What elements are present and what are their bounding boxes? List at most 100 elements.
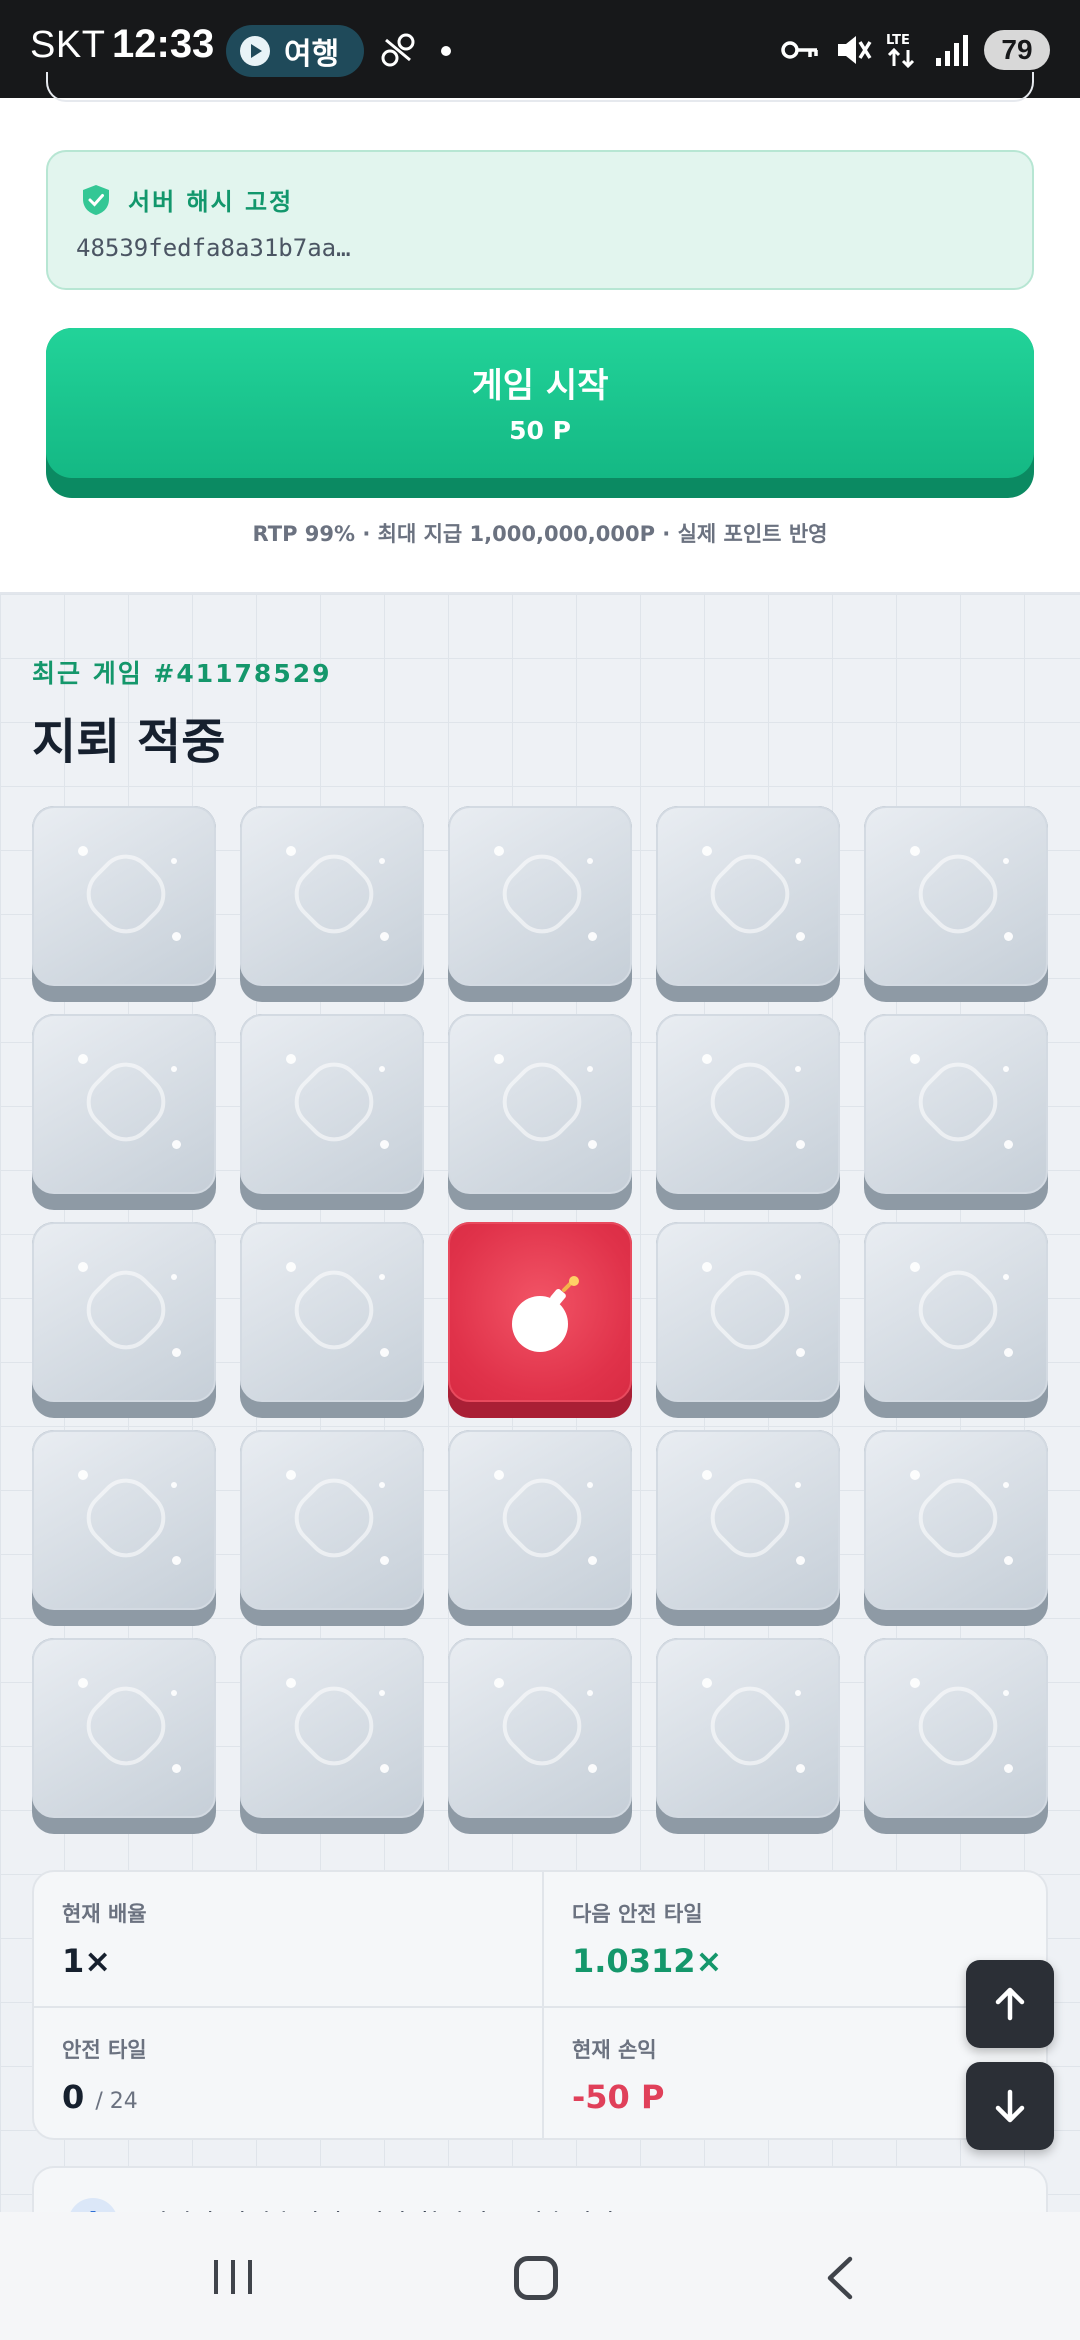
sparkle-icon bbox=[796, 1764, 805, 1773]
sparkle-icon bbox=[171, 858, 177, 864]
sparkle-icon bbox=[494, 846, 504, 856]
gem-outline-icon bbox=[75, 1675, 177, 1777]
gem-outline-icon bbox=[75, 1259, 177, 1361]
sparkle-icon bbox=[588, 1764, 597, 1773]
tile-face[interactable] bbox=[240, 1014, 424, 1194]
mute-icon bbox=[838, 36, 872, 64]
start-game-cost: 50 P bbox=[509, 416, 571, 445]
tile-face[interactable] bbox=[32, 1222, 216, 1402]
gem-outline-icon bbox=[907, 1259, 1009, 1361]
safe-tiles-label: 안전 타일 bbox=[62, 2038, 147, 2062]
home-icon[interactable] bbox=[514, 2256, 558, 2300]
hidden-tile[interactable] bbox=[32, 1014, 216, 1210]
tile-face[interactable] bbox=[32, 1014, 216, 1194]
sparkle-icon bbox=[588, 1556, 597, 1565]
sparkle-icon bbox=[795, 1066, 801, 1072]
tile-face[interactable] bbox=[32, 1430, 216, 1610]
hidden-tile[interactable] bbox=[864, 806, 1048, 1002]
scroll-up-button[interactable] bbox=[966, 1960, 1054, 2048]
tile-face[interactable] bbox=[448, 1638, 632, 1818]
hidden-tile[interactable] bbox=[656, 1014, 840, 1210]
gem-outline-icon bbox=[699, 1259, 801, 1361]
tile-face[interactable] bbox=[448, 806, 632, 986]
hidden-tile[interactable] bbox=[656, 1222, 840, 1418]
tile-face[interactable] bbox=[240, 1222, 424, 1402]
sparkle-icon bbox=[171, 1482, 177, 1488]
sparkle-icon bbox=[795, 1482, 801, 1488]
start-game-button[interactable]: 게임 시작 50 P bbox=[46, 328, 1034, 498]
tile-face[interactable] bbox=[656, 1014, 840, 1194]
tile-face[interactable] bbox=[448, 1014, 632, 1194]
sparkle-icon bbox=[171, 1066, 177, 1072]
server-hash-header: 서버 해시 고정 bbox=[80, 182, 293, 217]
tile-face[interactable] bbox=[240, 1430, 424, 1610]
travel-mode-pill[interactable]: 여행 bbox=[226, 25, 364, 77]
hidden-tile[interactable] bbox=[240, 806, 424, 1002]
current-multiplier-value: 1× bbox=[62, 1942, 112, 1980]
arrow-up-icon bbox=[995, 1987, 1025, 2021]
back-icon[interactable] bbox=[820, 2256, 860, 2300]
hidden-tile[interactable] bbox=[32, 806, 216, 1002]
tile-face[interactable] bbox=[656, 1638, 840, 1818]
hidden-tile[interactable] bbox=[448, 806, 632, 1002]
tile-face[interactable] bbox=[864, 1638, 1048, 1818]
sparkle-icon bbox=[379, 1066, 385, 1072]
tile-face[interactable] bbox=[32, 806, 216, 986]
tile-face[interactable] bbox=[656, 1430, 840, 1610]
tile-face[interactable] bbox=[240, 806, 424, 986]
tile-face[interactable] bbox=[864, 806, 1048, 986]
sparkle-icon bbox=[494, 1054, 504, 1064]
gem-outline-icon bbox=[907, 843, 1009, 945]
hidden-tile[interactable] bbox=[656, 1430, 840, 1626]
safe-tiles-value-row: 0 / 24 bbox=[62, 2078, 542, 2116]
hidden-tile[interactable] bbox=[240, 1222, 424, 1418]
sparkle-icon bbox=[380, 1140, 389, 1149]
gem-outline-icon bbox=[283, 1051, 385, 1153]
sparkle-icon bbox=[379, 858, 385, 864]
sparkle-icon bbox=[795, 858, 801, 864]
hidden-tile[interactable] bbox=[864, 1014, 1048, 1210]
sparkle-icon bbox=[380, 1556, 389, 1565]
hidden-tile[interactable] bbox=[32, 1638, 216, 1834]
game-result-title: 지뢰 적중 bbox=[32, 714, 226, 770]
hidden-tile[interactable] bbox=[448, 1638, 632, 1834]
safe-tiles-cell: 안전 타일 0 / 24 bbox=[34, 2006, 542, 2138]
hidden-tile[interactable] bbox=[656, 1638, 840, 1834]
gem-outline-icon bbox=[491, 843, 593, 945]
hidden-tile[interactable] bbox=[864, 1222, 1048, 1418]
scroll-down-button[interactable] bbox=[966, 2062, 1054, 2150]
recent-apps-icon[interactable] bbox=[212, 2258, 254, 2296]
hidden-tile[interactable] bbox=[656, 806, 840, 1002]
tile-face[interactable] bbox=[864, 1014, 1048, 1194]
sparkle-icon bbox=[702, 1054, 712, 1064]
sparkle-icon bbox=[78, 1262, 88, 1272]
tile-face[interactable] bbox=[32, 1638, 216, 1818]
hidden-tile[interactable] bbox=[448, 1430, 632, 1626]
tile-face[interactable] bbox=[240, 1638, 424, 1818]
hidden-tile[interactable] bbox=[448, 1014, 632, 1210]
gem-outline-icon bbox=[75, 1467, 177, 1569]
sparkle-icon bbox=[1003, 1690, 1009, 1696]
hidden-tile[interactable] bbox=[240, 1638, 424, 1834]
hidden-tile[interactable] bbox=[32, 1222, 216, 1418]
hidden-tile[interactable] bbox=[240, 1014, 424, 1210]
lte-icon: LTE bbox=[886, 33, 915, 69]
mine-tile[interactable] bbox=[448, 1222, 632, 1418]
sparkle-icon bbox=[172, 1348, 181, 1357]
tile-face[interactable] bbox=[656, 1222, 840, 1402]
sparkle-icon bbox=[910, 846, 920, 856]
tile-face[interactable] bbox=[448, 1222, 632, 1402]
hidden-tile[interactable] bbox=[32, 1430, 216, 1626]
sparkle-icon bbox=[587, 1482, 593, 1488]
start-game-button-face[interactable]: 게임 시작 50 P bbox=[46, 328, 1034, 478]
navigation-bar bbox=[0, 2212, 1080, 2340]
tile-face[interactable] bbox=[864, 1430, 1048, 1610]
hidden-tile[interactable] bbox=[240, 1430, 424, 1626]
hidden-tile[interactable] bbox=[864, 1638, 1048, 1834]
tile-face[interactable] bbox=[448, 1430, 632, 1610]
tile-face[interactable] bbox=[656, 806, 840, 986]
key-icon bbox=[781, 41, 818, 59]
tile-face[interactable] bbox=[864, 1222, 1048, 1402]
hidden-tile[interactable] bbox=[864, 1430, 1048, 1626]
sparkle-icon bbox=[910, 1054, 920, 1064]
